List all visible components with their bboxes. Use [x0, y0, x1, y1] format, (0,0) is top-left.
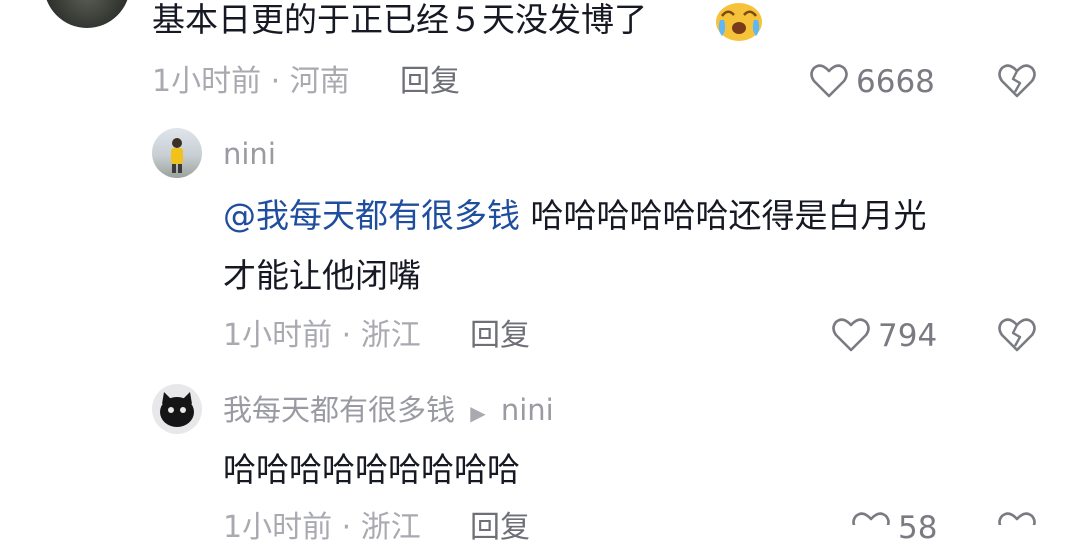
like-count: 6668: [856, 64, 935, 100]
reply-meta: 1小时前 · 浙江: [223, 318, 421, 353]
reply-username[interactable]: 我每天都有很多钱: [223, 393, 455, 427]
dislike-broken-heart-icon[interactable]: [996, 314, 1038, 356]
crying-emoji-icon: [714, 0, 764, 42]
reply-text-line1: 哈哈哈哈哈哈还得是白月光: [530, 196, 927, 235]
dislike-broken-heart-icon[interactable]: [996, 508, 1038, 525]
reply-text: @我每天都有很多钱 哈哈哈哈哈哈还得是白月光: [223, 194, 927, 238]
like-heart-icon[interactable]: [808, 60, 850, 102]
reply-username-line: 我每天都有很多钱 ▶ nini: [223, 390, 554, 430]
reply-button[interactable]: 回复: [470, 508, 530, 548]
commenter-avatar[interactable]: [44, 0, 130, 28]
like-heart-icon[interactable]: [830, 314, 872, 356]
reply-button[interactable]: 回复: [470, 316, 530, 356]
like-count: 794: [878, 318, 938, 354]
reply-arrow-icon: ▶: [470, 401, 486, 425]
reply-avatar[interactable]: [152, 384, 202, 434]
like-count: 58: [898, 510, 938, 546]
reply-text: 哈哈哈哈哈哈哈哈哈: [223, 450, 520, 489]
comment-meta: 1小时前 · 河南: [152, 64, 350, 99]
reply-button[interactable]: 回复: [400, 62, 460, 102]
reply-meta: 1小时前 · 浙江: [223, 510, 421, 545]
reply-to-username[interactable]: nini: [501, 393, 554, 427]
reply-avatar[interactable]: [152, 128, 202, 178]
like-heart-icon[interactable]: [850, 508, 892, 525]
dislike-broken-heart-icon[interactable]: [996, 60, 1038, 102]
comment-text: 基本日更的于正已经５天没发博了: [152, 0, 647, 39]
mention-link[interactable]: @我每天都有很多钱: [223, 196, 520, 235]
reply-text-line2: 才能让他闭嘴: [223, 256, 421, 295]
reply-username[interactable]: nini: [223, 134, 276, 174]
